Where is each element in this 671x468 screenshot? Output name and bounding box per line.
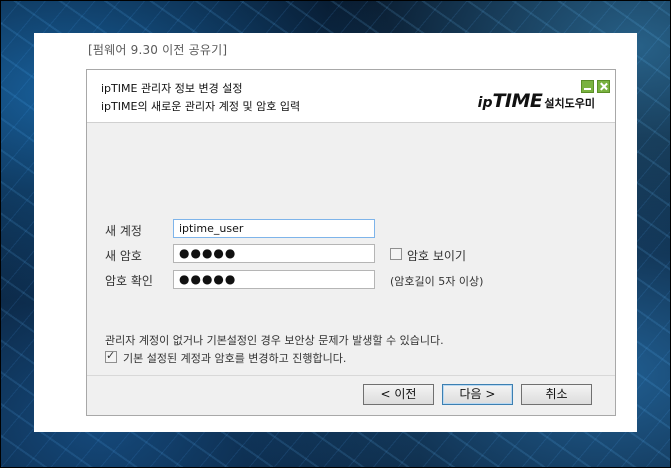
- iptime-logo: ipTIME 설치도우미: [478, 90, 595, 114]
- show-password-label: 암호 보이기: [407, 249, 467, 263]
- prev-button[interactable]: < 이전: [363, 384, 434, 405]
- show-password-checkbox[interactable]: [390, 248, 402, 260]
- firmware-caption: [펌웨어 9.30 이전 공유기]: [88, 43, 228, 57]
- password-length-hint: (암호길이 5자 이상): [390, 275, 484, 288]
- account-input[interactable]: iptime_user: [173, 219, 375, 238]
- logo-wizard-text: 설치도우미: [544, 97, 595, 110]
- security-warning: 관리자 계정이 없거나 기본설정인 경우 보안상 문제가 발생할 수 있습니다.: [105, 334, 444, 347]
- confirm-password-label: 암호 확인: [105, 274, 153, 288]
- setup-wizard-dialog: ipTIME 관리자 정보 변경 설정 ipTIME의 새로운 관리자 계정 및…: [86, 69, 616, 416]
- proceed-label: 기본 설정된 계정과 암호를 변경하고 진행합니다.: [123, 352, 347, 365]
- footer-divider: [87, 375, 615, 376]
- dialog-header: ipTIME 관리자 정보 변경 설정 ipTIME의 새로운 관리자 계정 및…: [87, 70, 615, 123]
- logo-ip-text: ip: [477, 95, 493, 111]
- password-input[interactable]: ●●●●●: [173, 244, 375, 263]
- proceed-checkbox[interactable]: [105, 349, 117, 363]
- close-icon[interactable]: [597, 80, 610, 93]
- content-panel: [펌웨어 9.30 이전 공유기] ipTIME 관리자 정보 변경 설정 ip…: [34, 33, 637, 432]
- next-button[interactable]: 다음 >: [442, 384, 513, 405]
- password-label: 새 암호: [105, 249, 142, 263]
- dialog-subtitle: ipTIME의 새로운 관리자 계정 및 암호 입력: [101, 100, 301, 113]
- logo-time-text: TIME: [492, 90, 543, 112]
- account-label: 새 계정: [105, 224, 142, 238]
- cancel-button[interactable]: 취소: [521, 384, 592, 405]
- dialog-title: ipTIME 관리자 정보 변경 설정: [101, 82, 243, 95]
- confirm-password-input[interactable]: ●●●●●: [173, 270, 375, 289]
